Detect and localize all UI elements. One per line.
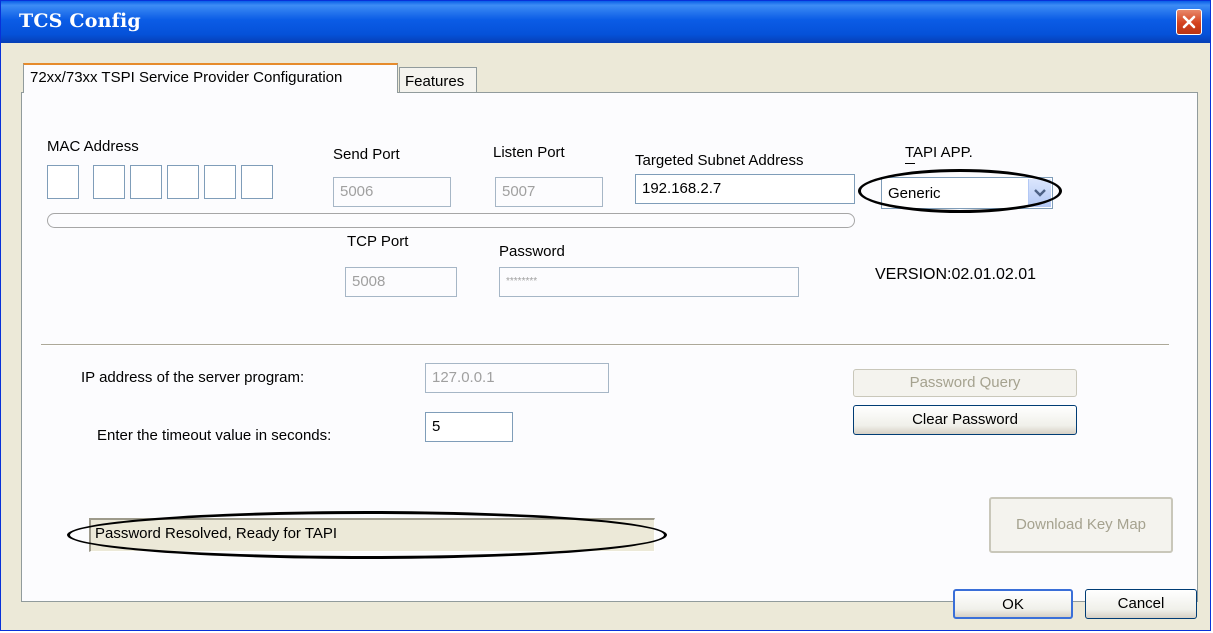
tapi-app-mnemonic-underline — [905, 163, 915, 164]
close-button[interactable] — [1176, 9, 1202, 35]
password-label: Password — [499, 243, 565, 260]
tapi-app-label: TAPI APP. — [905, 144, 973, 161]
title-bar[interactable]: TCS Config — [1, 1, 1210, 43]
password-input[interactable]: ******** — [499, 267, 799, 297]
mac-octet-1[interactable] — [47, 165, 79, 199]
dropdown-arrow[interactable] — [1028, 179, 1051, 207]
listen-port-label: Listen Port — [493, 144, 565, 161]
mac-octet-4[interactable] — [167, 165, 199, 199]
window-title: TCS Config — [19, 10, 141, 32]
subnet-label: Targeted Subnet Address — [635, 152, 804, 169]
send-port-label: Send Port — [333, 146, 400, 163]
progress-bar — [47, 213, 855, 228]
mac-octet-3[interactable] — [130, 165, 162, 199]
send-port-input[interactable]: 5006 — [333, 177, 451, 207]
mac-octet-2[interactable] — [93, 165, 125, 199]
clear-password-button[interactable]: Clear Password — [853, 405, 1077, 435]
section-divider — [41, 344, 1169, 346]
cancel-button[interactable]: Cancel — [1085, 589, 1197, 619]
listen-port-input[interactable]: 5007 — [495, 177, 603, 207]
mac-octet-5[interactable] — [204, 165, 236, 199]
status-message: Password Resolved, Ready for TAPI — [89, 518, 655, 552]
password-query-button[interactable]: Password Query — [853, 369, 1077, 397]
subnet-input[interactable]: 192.168.2.7 — [635, 174, 855, 204]
download-key-map-button[interactable]: Download Key Map — [989, 497, 1173, 553]
mac-address-label: MAC Address — [47, 138, 139, 155]
server-ip-label: IP address of the server program: — [81, 369, 305, 386]
server-ip-input[interactable]: 127.0.0.1 — [425, 363, 609, 393]
timeout-label: Enter the timeout value in seconds: — [97, 427, 332, 444]
tapi-app-select[interactable]: Generic — [881, 177, 1053, 209]
tapi-app-selected: Generic — [888, 185, 941, 202]
mac-octet-6[interactable] — [241, 165, 273, 199]
timeout-input[interactable]: 5 — [425, 412, 513, 442]
version-text: VERSION:02.01.02.01 — [875, 266, 1036, 283]
dialog-window: TCS Config 72xx/73xx TSPI Service Provid… — [0, 0, 1211, 631]
tab-features[interactable]: Features — [399, 67, 477, 94]
chevron-down-icon — [1034, 189, 1046, 197]
tcp-port-input[interactable]: 5008 — [345, 267, 457, 297]
close-icon — [1182, 15, 1196, 29]
tcp-port-label: TCP Port — [347, 233, 409, 250]
tab-tspi-configuration[interactable]: 72xx/73xx TSPI Service Provider Configur… — [23, 63, 398, 93]
ok-button[interactable]: OK — [953, 589, 1073, 619]
